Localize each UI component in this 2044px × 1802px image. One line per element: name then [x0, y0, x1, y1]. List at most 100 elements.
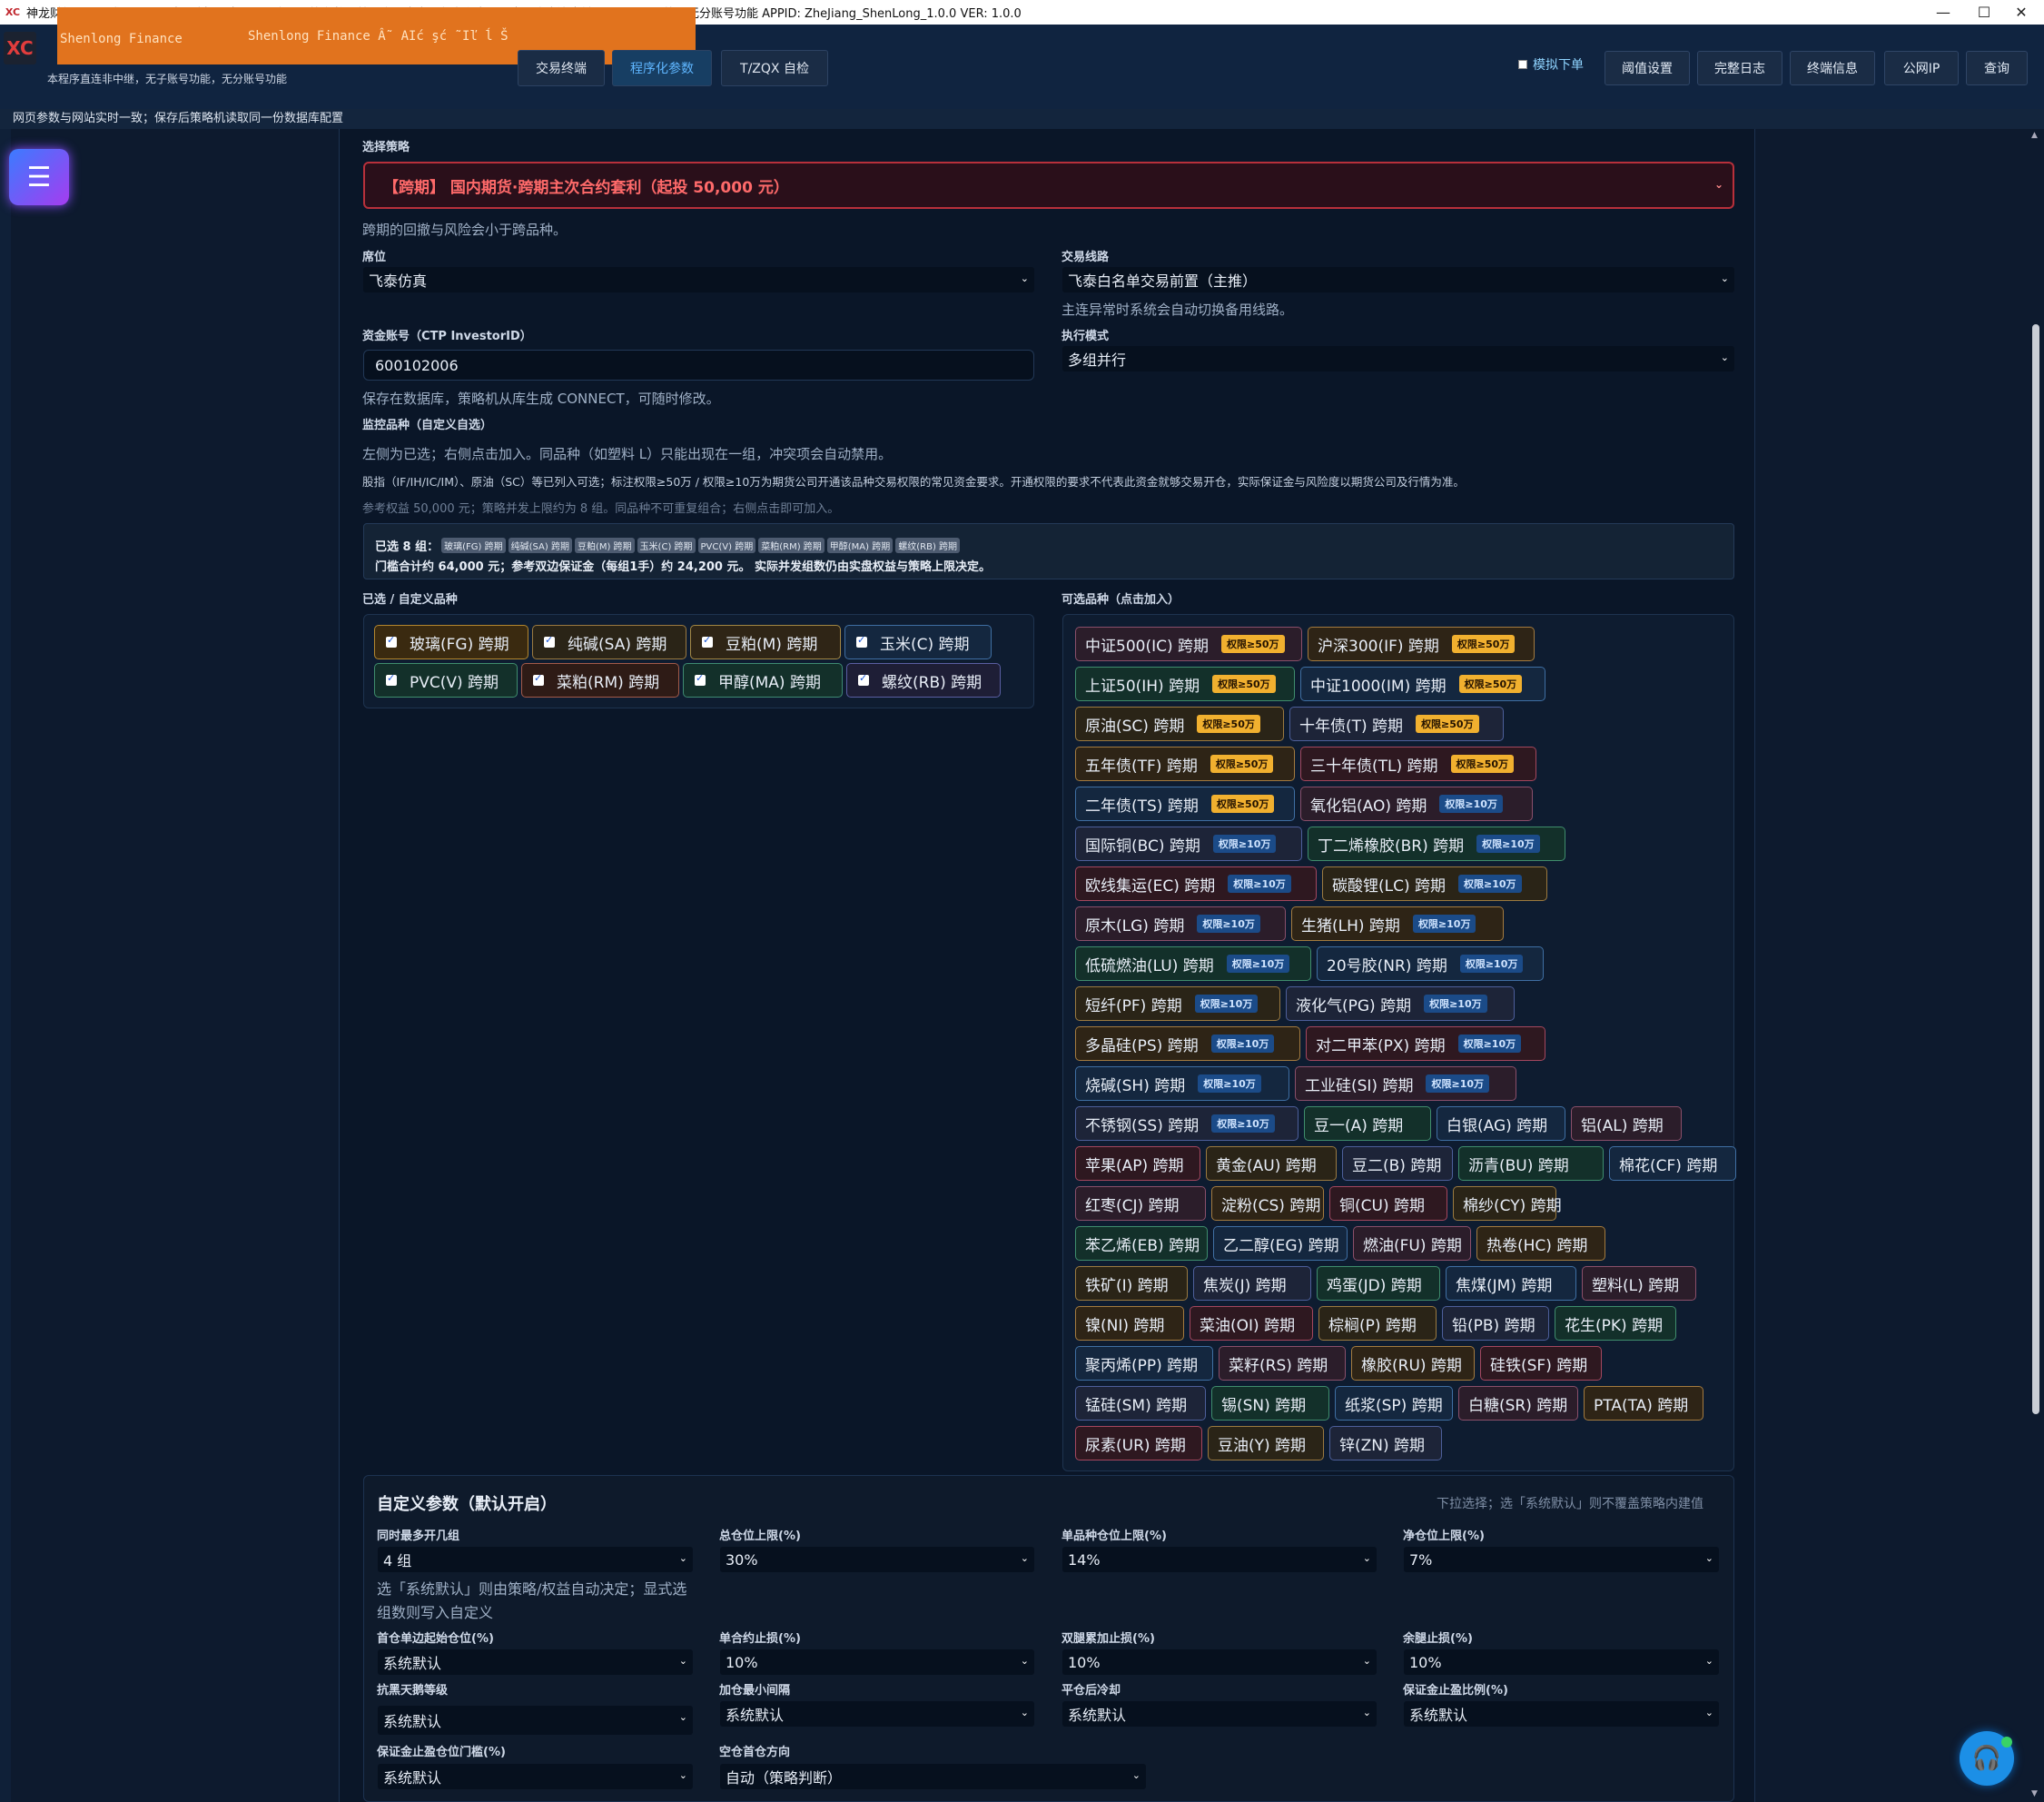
available-item[interactable]: 燃油(FU) 跨期 — [1353, 1226, 1471, 1261]
scroll-up-icon[interactable]: ▲ — [2031, 131, 2038, 140]
available-item[interactable]: 棕榈(P) 跨期 — [1318, 1306, 1437, 1341]
support-chat-icon[interactable]: 🎧 — [1960, 1731, 2014, 1786]
available-item[interactable]: 红枣(CJ) 跨期 — [1075, 1186, 1206, 1221]
available-item[interactable]: PTA(TA) 跨期 — [1584, 1386, 1703, 1421]
available-item[interactable]: 二年债(TS) 跨期 权限≥50万 — [1075, 787, 1295, 821]
available-item[interactable]: 淀粉(CS) 跨期 — [1211, 1186, 1324, 1221]
checkbox-icon[interactable] — [858, 672, 869, 686]
available-item[interactable]: 花生(PK) 跨期 — [1555, 1306, 1676, 1341]
available-item[interactable]: 碳酸锂(LC) 跨期 权限≥10万 — [1322, 866, 1547, 901]
threshold-settings-button[interactable]: 阈值设置 — [1605, 51, 1690, 85]
terminal-info-button[interactable]: 终端信息 — [1790, 51, 1875, 85]
available-item[interactable]: 铝(AL) 跨期 — [1571, 1106, 1682, 1141]
selected-item[interactable]: 玉米(C) 跨期 — [844, 625, 992, 659]
available-item[interactable]: 多晶硅(PS) 跨期 权限≥10万 — [1075, 1026, 1300, 1061]
available-item[interactable]: 热卷(HC) 跨期 — [1476, 1226, 1605, 1261]
available-item[interactable]: 铁矿(I) 跨期 — [1075, 1266, 1188, 1301]
available-item[interactable]: 橡胶(RU) 跨期 — [1351, 1346, 1475, 1381]
available-item[interactable]: 塑料(L) 跨期 — [1582, 1266, 1696, 1301]
cooldown-select[interactable]: 系统默认 ⌄ — [1062, 1701, 1377, 1727]
close-button[interactable]: ✕ — [1999, 0, 2044, 25]
checkbox-icon[interactable] — [386, 634, 397, 648]
tab-program-params[interactable]: 程序化参数 — [612, 50, 712, 86]
available-item[interactable]: 苹果(AP) 跨期 — [1075, 1146, 1200, 1181]
available-item[interactable]: 乙二醇(EG) 跨期 — [1213, 1226, 1348, 1261]
tab-trading-terminal[interactable]: 交易终端 — [518, 50, 605, 86]
available-item[interactable]: 铜(CU) 跨期 — [1329, 1186, 1447, 1221]
scrollbar-thumb[interactable] — [2032, 324, 2039, 1414]
available-item[interactable]: 焦煤(JM) 跨期 — [1446, 1266, 1576, 1301]
available-item[interactable]: 焦炭(J) 跨期 — [1193, 1266, 1311, 1301]
available-item[interactable]: 白银(AG) 跨期 — [1437, 1106, 1565, 1141]
black-swan-select[interactable]: 系统默认 ⌄ — [378, 1706, 693, 1735]
available-item[interactable]: 对二甲苯(PX) 跨期 权限≥10万 — [1306, 1026, 1545, 1061]
sim-order-toggle[interactable]: 模拟下单 — [1518, 55, 1584, 74]
checkbox-icon[interactable] — [695, 672, 706, 686]
selected-item[interactable]: 纯碱(SA) 跨期 — [532, 625, 686, 659]
checkbox-icon[interactable] — [856, 634, 867, 648]
margin-thresh-select[interactable]: 系统默认 ⌄ — [378, 1764, 693, 1789]
sim-order-checkbox[interactable] — [1518, 60, 1527, 69]
leg-stop-select[interactable]: 10% ⌄ — [1404, 1649, 1719, 1675]
checkbox-icon[interactable] — [533, 672, 544, 686]
available-item[interactable]: 硅铁(SF) 跨期 — [1480, 1346, 1602, 1381]
available-item[interactable]: 中证500(IC) 跨期 权限≥50万 — [1075, 627, 1302, 661]
selected-item[interactable]: 螺纹(RB) 跨期 — [846, 663, 1001, 698]
available-item[interactable]: 十年债(T) 跨期 权限≥50万 — [1289, 707, 1504, 741]
available-item[interactable]: 锰硅(SM) 跨期 — [1075, 1386, 1206, 1421]
selected-item[interactable]: 甲醇(MA) 跨期 — [683, 663, 843, 698]
available-item[interactable]: 苯乙烯(EB) 跨期 — [1075, 1226, 1208, 1261]
available-item[interactable]: 液化气(PG) 跨期 权限≥10万 — [1286, 986, 1515, 1021]
available-item[interactable]: 丁二烯橡胶(BR) 跨期 权限≥10万 — [1308, 827, 1565, 861]
margin-ratio-select[interactable]: 系统默认 ⌄ — [1404, 1701, 1719, 1727]
available-item[interactable]: 氧化铝(AO) 跨期 权限≥10万 — [1300, 787, 1533, 821]
tab-self-check[interactable]: T/ZQX 自检 — [721, 50, 828, 86]
checkbox-icon[interactable] — [386, 672, 397, 686]
query-button[interactable]: 查询 — [1966, 51, 2028, 85]
net-pos-select[interactable]: 7% ⌄ — [1404, 1547, 1719, 1572]
total-pos-select[interactable]: 30% ⌄ — [720, 1547, 1034, 1572]
minimize-button[interactable]: — — [1921, 0, 1966, 25]
available-item[interactable]: 中证1000(IM) 跨期 权限≥50万 — [1300, 667, 1545, 701]
available-item[interactable]: 五年债(TF) 跨期 权限≥50万 — [1075, 747, 1295, 781]
available-item[interactable]: 黄金(AU) 跨期 — [1206, 1146, 1337, 1181]
scrollbar[interactable]: ▲ ▼ — [2028, 129, 2044, 1802]
full-log-button[interactable]: 完整日志 — [1697, 51, 1782, 85]
available-item[interactable]: 豆一(A) 跨期 — [1304, 1106, 1431, 1141]
available-item[interactable]: 聚丙烯(PP) 跨期 — [1075, 1346, 1213, 1381]
route-select[interactable]: 飞泰白名单交易前置（主推） ⌄ — [1062, 267, 1734, 292]
dual-stop-select[interactable]: 10% ⌄ — [1062, 1649, 1377, 1675]
mode-select[interactable]: 多组并行 ⌄ — [1062, 346, 1734, 371]
available-item[interactable]: 菜籽(RS) 跨期 — [1219, 1346, 1346, 1381]
available-item[interactable]: 沪深300(IF) 跨期 权限≥50万 — [1308, 627, 1535, 661]
available-item[interactable]: 三十年债(TL) 跨期 权限≥50万 — [1300, 747, 1536, 781]
available-item[interactable]: 白糖(SR) 跨期 — [1458, 1386, 1578, 1421]
available-item[interactable]: 沥青(BU) 跨期 — [1458, 1146, 1604, 1181]
single-pos-select[interactable]: 14% ⌄ — [1062, 1547, 1377, 1572]
available-item[interactable]: 铅(PB) 跨期 — [1442, 1306, 1549, 1341]
strategy-select[interactable]: 【跨期】 国内期货·跨期主次合约套利（起投 50,000 元） ⌄ — [363, 162, 1734, 209]
direction-select[interactable]: 自动（策略判断） ⌄ — [720, 1764, 1146, 1789]
checkbox-icon[interactable] — [544, 634, 555, 648]
available-item[interactable]: 尿素(UR) 跨期 — [1075, 1426, 1202, 1460]
available-item[interactable]: 上证50(IH) 跨期 权限≥50万 — [1075, 667, 1295, 701]
available-item[interactable]: 豆二(B) 跨期 — [1342, 1146, 1453, 1181]
selected-item[interactable]: 菜粕(RM) 跨期 — [521, 663, 679, 698]
account-input[interactable]: 600102006 — [363, 350, 1034, 381]
available-item[interactable]: 菜油(OI) 跨期 — [1190, 1306, 1313, 1341]
selected-item[interactable]: 豆粕(M) 跨期 — [690, 625, 841, 659]
min-interval-select[interactable]: 系统默认 ⌄ — [720, 1701, 1034, 1727]
available-item[interactable]: 不锈钢(SS) 跨期 权限≥10万 — [1075, 1106, 1298, 1141]
available-item[interactable]: 国际铜(BC) 跨期 权限≥10万 — [1075, 827, 1302, 861]
available-item[interactable]: 工业硅(SI) 跨期 权限≥10万 — [1295, 1066, 1516, 1101]
available-item[interactable]: 欧线集运(EC) 跨期 权限≥10万 — [1075, 866, 1317, 901]
selected-item[interactable]: 玻璃(FG) 跨期 — [374, 625, 528, 659]
available-item[interactable]: 20号胶(NR) 跨期 权限≥10万 — [1317, 946, 1544, 981]
available-item[interactable]: 棉纱(CY) 跨期 — [1453, 1186, 1562, 1221]
available-item[interactable]: 短纤(PF) 跨期 权限≥10万 — [1075, 986, 1280, 1021]
available-item[interactable]: 鸡蛋(JD) 跨期 — [1317, 1266, 1440, 1301]
available-item[interactable]: 豆油(Y) 跨期 — [1208, 1426, 1324, 1460]
public-ip-button[interactable]: 公网IP — [1884, 51, 1959, 85]
available-item[interactable]: 原木(LG) 跨期 权限≥10万 — [1075, 906, 1286, 941]
available-item[interactable]: 生猪(LH) 跨期 权限≥10万 — [1291, 906, 1504, 941]
